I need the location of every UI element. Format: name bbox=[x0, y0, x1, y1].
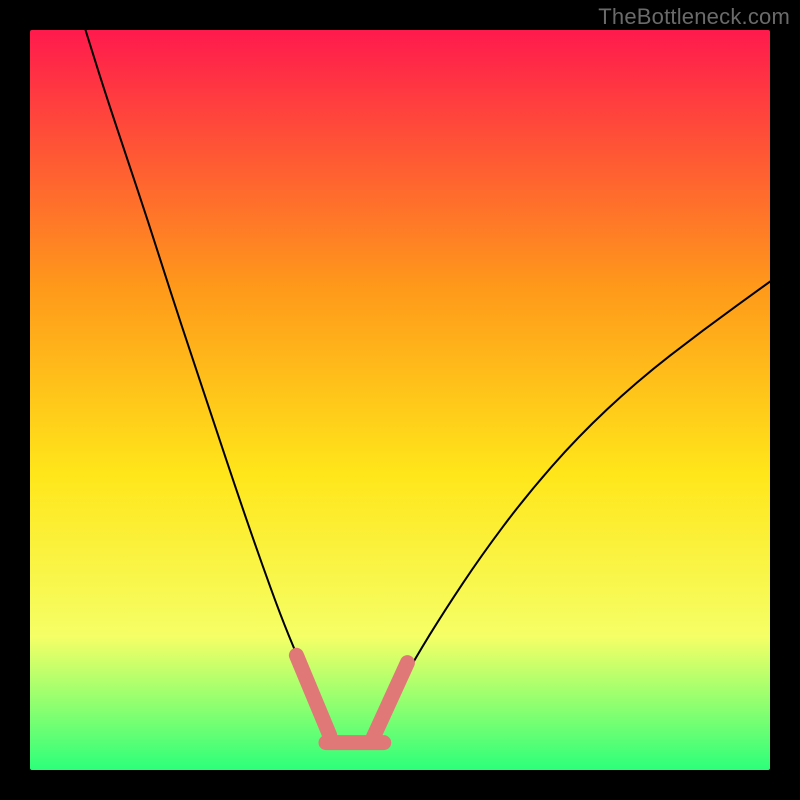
plot-area bbox=[30, 30, 770, 770]
watermark-text: TheBottleneck.com bbox=[598, 4, 790, 30]
chart-stage: TheBottleneck.com bbox=[0, 0, 800, 800]
plot-svg bbox=[30, 30, 770, 770]
gradient-background bbox=[30, 30, 770, 770]
